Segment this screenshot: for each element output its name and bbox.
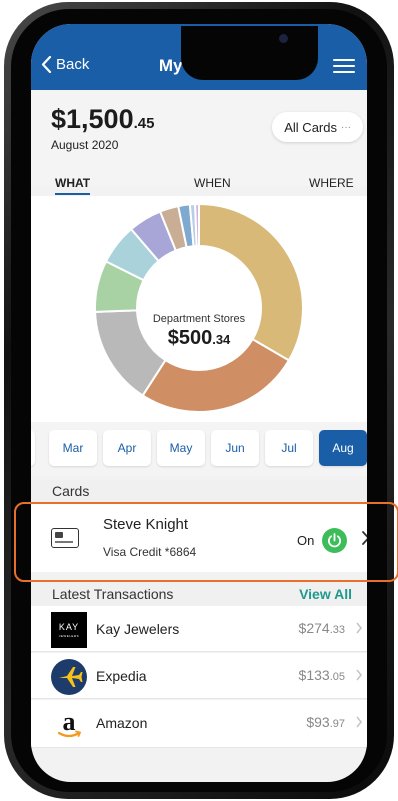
transaction-amount: $133.05 <box>298 667 345 683</box>
transaction-row-expedia[interactable]: Expedia $133.05 <box>31 653 367 699</box>
tab-when[interactable]: WHEN <box>194 176 231 190</box>
month-selector: Mar Apr May Jun Jul Aug <box>31 422 367 476</box>
transactions-section-header: Latest Transactions View All <box>31 582 367 606</box>
spend-view-tabs: WHAT WHEN WHERE <box>31 176 367 198</box>
kay-jewelers-logo: KAY JEWELERS <box>51 612 87 648</box>
transaction-merchant: Kay Jewelers <box>96 621 180 637</box>
chart-center-value: $500.34 <box>167 327 231 349</box>
chevron-right-icon <box>356 669 362 681</box>
month-apr[interactable]: Apr <box>103 430 151 466</box>
hamburger-menu-icon[interactable] <box>333 59 355 74</box>
spend-summary: $1,500.45 August 2020 All Cards ··· <box>31 90 367 186</box>
transactions-section-title: Latest Transactions <box>52 586 174 602</box>
phone-notch <box>181 26 318 80</box>
all-cards-label: All Cards <box>284 119 337 135</box>
transaction-amount: $93.97 <box>306 714 345 730</box>
month-jun[interactable]: Jun <box>211 430 259 466</box>
transaction-merchant: Expedia <box>96 668 147 684</box>
chevron-right-icon <box>356 622 362 634</box>
chevron-right-icon <box>356 716 362 728</box>
transaction-row-amazon[interactable]: a Amazon $93.97 <box>31 700 367 748</box>
month-mar[interactable]: Mar <box>49 430 97 466</box>
donut-chart-svg <box>94 202 304 413</box>
view-all-link[interactable]: View All <box>299 582 352 606</box>
month-may[interactable]: May <box>157 430 205 466</box>
all-cards-filter-button[interactable]: All Cards ··· <box>272 112 363 142</box>
camera-icon <box>279 34 288 43</box>
transaction-merchant: Amazon <box>96 715 148 731</box>
total-spend-amount: $1,500.45 <box>51 104 155 134</box>
more-dots-icon: ··· <box>341 121 351 133</box>
month-aug[interactable]: Aug <box>319 430 367 466</box>
spend-donut-chart: Department Stores $500.34 <box>31 196 367 422</box>
spend-period: August 2020 <box>51 138 119 152</box>
chart-center-label: Department Stores <box>152 313 246 325</box>
cards-section-title: Cards <box>52 483 90 499</box>
donut-slice-9[interactable] <box>194 202 200 248</box>
month-partial[interactable] <box>31 430 35 466</box>
svg-text:a: a <box>63 707 76 736</box>
expedia-plane-logo <box>51 659 87 695</box>
donut-slice-1[interactable] <box>141 337 291 413</box>
tab-what[interactable]: WHAT <box>55 176 91 195</box>
month-jul[interactable]: Jul <box>265 430 313 466</box>
transaction-amount: $274.33 <box>298 620 345 636</box>
amazon-logo: a <box>51 706 87 742</box>
cards-section-header: Cards <box>31 480 367 502</box>
tab-where[interactable]: WHERE <box>309 176 354 190</box>
app-screen: Back My Spend $1,500.45 August 2020 All … <box>31 24 367 782</box>
transaction-row-kay[interactable]: KAY JEWELERS Kay Jewelers $274.33 <box>31 606 367 652</box>
card-highlight-annotation <box>14 502 398 582</box>
